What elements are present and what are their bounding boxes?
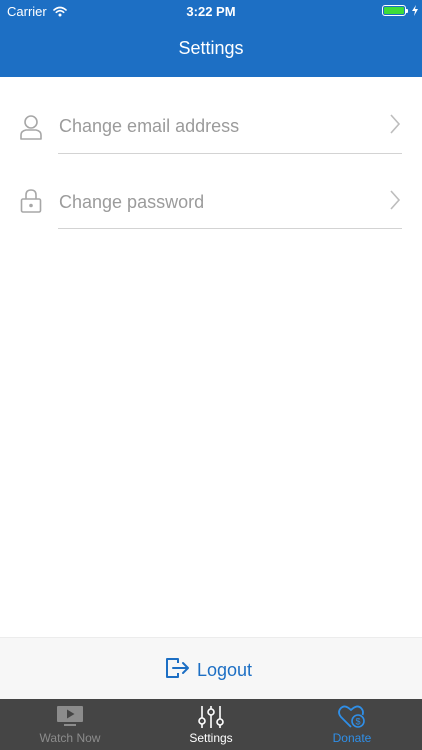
charging-bolt-icon xyxy=(412,3,418,21)
sliders-icon xyxy=(198,705,224,734)
tab-settings[interactable]: Settings xyxy=(141,699,281,750)
logout-button[interactable]: Logout xyxy=(165,657,253,684)
tab-label: Settings xyxy=(189,731,233,745)
page-title: Settings xyxy=(178,38,244,58)
navigation-header: Carrier 3:22 PM Settings xyxy=(0,0,422,77)
battery-icon xyxy=(382,5,408,16)
status-bar: Carrier 3:22 PM xyxy=(0,0,422,22)
status-time: 3:22 PM xyxy=(186,4,236,19)
logout-icon xyxy=(165,657,191,684)
svg-text:$: $ xyxy=(355,717,360,727)
change-email-row[interactable]: Change email address xyxy=(0,106,422,182)
tab-label: Donate xyxy=(332,731,372,745)
change-email-label: Change email address xyxy=(59,116,240,136)
tab-donate[interactable]: $ Donate xyxy=(282,699,422,750)
chevron-right-icon xyxy=(389,113,401,140)
tab-watch-now[interactable]: Watch Now xyxy=(0,699,140,750)
person-icon xyxy=(19,114,45,142)
logout-bar: Logout xyxy=(0,637,422,699)
tab-bar: Watch Now Settings $ Donate xyxy=(0,699,422,750)
change-password-row[interactable]: Change password xyxy=(0,182,422,258)
change-password-label: Change password xyxy=(59,192,205,212)
tab-label: Watch Now xyxy=(39,731,101,745)
logout-label: Logout xyxy=(197,659,253,680)
divider xyxy=(58,228,402,229)
lock-icon xyxy=(19,188,45,216)
play-screen-icon xyxy=(56,705,84,732)
chevron-right-icon xyxy=(389,189,401,216)
divider xyxy=(58,153,402,154)
heart-dollar-icon: $ xyxy=(338,705,366,734)
